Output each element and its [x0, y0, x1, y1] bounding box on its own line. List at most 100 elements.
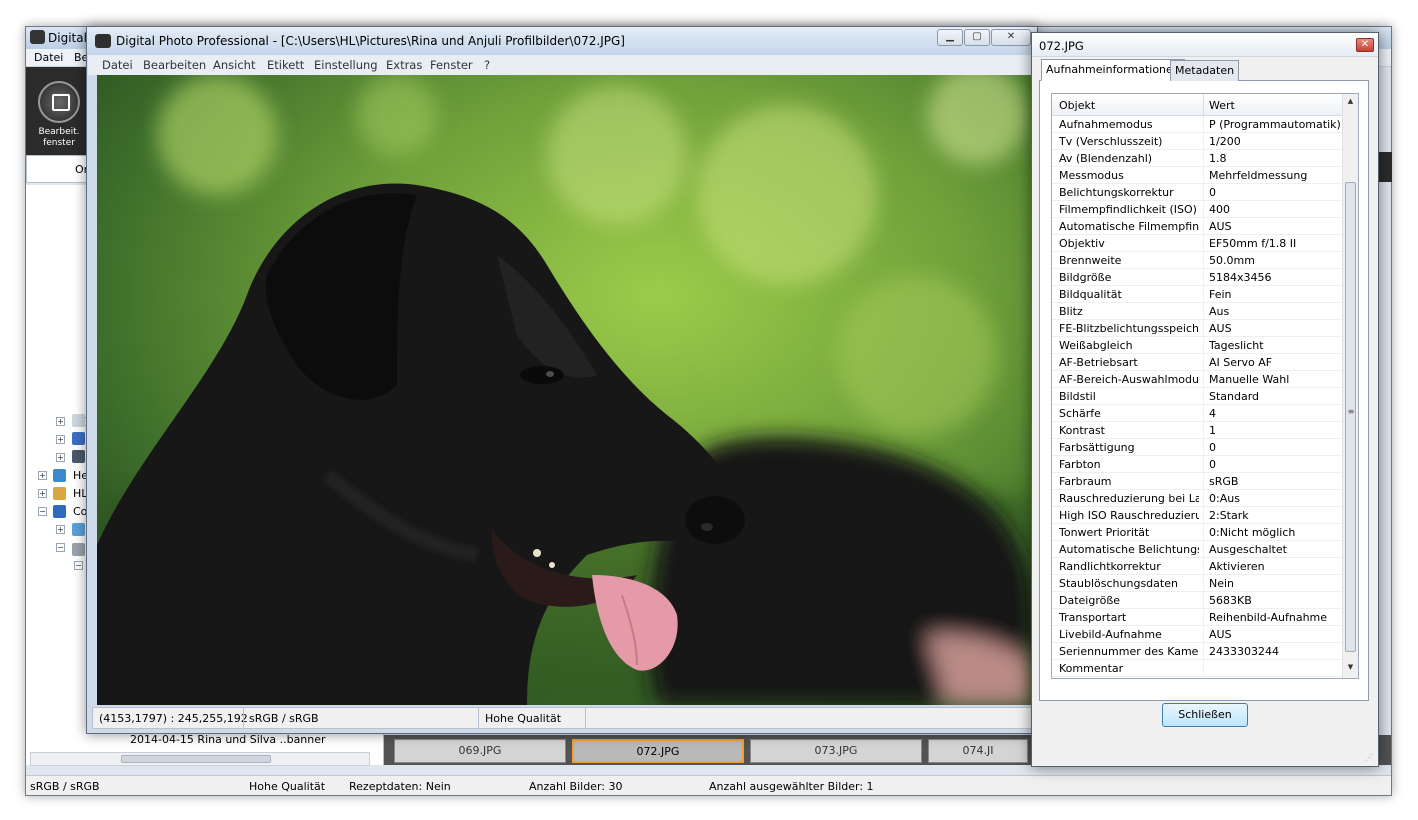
- tab-aufnahmeinformationen[interactable]: Aufnahmeinformationen: [1041, 59, 1185, 81]
- dialog-titlebar[interactable]: 072.JPG ✕: [1032, 33, 1378, 57]
- tree-horizontal-scrollbar[interactable]: [30, 752, 370, 766]
- table-row[interactable]: Automatische Belichtungso... Ausgeschalte…: [1052, 541, 1343, 558]
- menu-etikett[interactable]: Etikett: [267, 58, 304, 72]
- tree-expand-icon[interactable]: +: [56, 525, 65, 534]
- column-divider: [1203, 643, 1204, 660]
- menu-einstellung[interactable]: Einstellung: [314, 58, 378, 72]
- table-row[interactable]: Livebild-Aufnahme AUS: [1052, 626, 1343, 643]
- scroll-up-icon[interactable]: ▲: [1345, 97, 1356, 109]
- table-row[interactable]: Farbraum sRGB: [1052, 473, 1343, 490]
- column-divider: [1203, 371, 1204, 388]
- table-row[interactable]: AF-Betriebsart AI Servo AF: [1052, 354, 1343, 371]
- menu-bearbeiten[interactable]: Bearbeiten: [143, 58, 206, 72]
- table-vertical-scrollbar[interactable]: ▲ ≡ ▼: [1342, 94, 1358, 678]
- tree-collapse-icon[interactable]: −: [38, 507, 47, 516]
- menu-datei[interactable]: Datei: [102, 58, 133, 72]
- row-value: Tageslicht: [1209, 339, 1264, 352]
- column-header-wert[interactable]: Wert: [1209, 99, 1235, 112]
- table-row[interactable]: Farbsättigung 0: [1052, 439, 1343, 456]
- scrollbar-thumb[interactable]: [121, 755, 271, 763]
- table-row[interactable]: Bildgröße 5184x3456: [1052, 269, 1343, 286]
- table-row[interactable]: Av (Blendenzahl) 1.8: [1052, 150, 1343, 167]
- row-value: P (Programmautomatik): [1209, 118, 1341, 131]
- menu-extras[interactable]: Extras: [386, 58, 422, 72]
- table-row[interactable]: Bildqualität Fein: [1052, 286, 1343, 303]
- row-key: Staublöschungsdaten: [1059, 577, 1178, 590]
- menu-ansicht[interactable]: Ansicht: [213, 58, 255, 72]
- table-row[interactable]: Schärfe 4: [1052, 405, 1343, 422]
- maximize-button[interactable]: ▢: [964, 29, 990, 46]
- thumbnail-074[interactable]: 074.JI: [928, 739, 1028, 763]
- table-row[interactable]: Rauschreduzierung bei Lan... 0:Aus: [1052, 490, 1343, 507]
- scroll-down-icon[interactable]: ▼: [1345, 663, 1356, 675]
- tree-collapse-icon[interactable]: −: [56, 543, 65, 552]
- close-window-button[interactable]: ✕: [991, 29, 1031, 46]
- row-value: Manuelle Wahl: [1209, 373, 1290, 386]
- folder-filter-bar[interactable]: Or: [26, 155, 94, 183]
- tree-expand-icon[interactable]: +: [56, 417, 65, 426]
- column-divider: [1203, 490, 1204, 507]
- tree-collapse-icon[interactable]: −: [74, 561, 83, 570]
- table-row[interactable]: Weißabgleich Tageslicht: [1052, 337, 1343, 354]
- row-key: Belichtungskorrektur: [1059, 186, 1174, 199]
- row-key: Automatische Belichtungso...: [1059, 543, 1199, 556]
- table-row[interactable]: Randlichtkorrektur Aktivieren: [1052, 558, 1343, 575]
- table-row[interactable]: Aufnahmemodus P (Programmautomatik): [1052, 116, 1343, 133]
- column-divider[interactable]: [1203, 94, 1204, 116]
- column-divider: [1203, 541, 1204, 558]
- row-key: Transportart: [1059, 611, 1127, 624]
- tree-expand-icon[interactable]: +: [56, 435, 65, 444]
- table-row[interactable]: Belichtungskorrektur 0: [1052, 184, 1343, 201]
- edit-window-icon[interactable]: [38, 81, 80, 123]
- table-row[interactable]: Transportart Reihenbild-Aufnahme: [1052, 609, 1343, 626]
- tree-expand-icon[interactable]: +: [38, 489, 47, 498]
- column-divider: [1203, 592, 1204, 609]
- thumbnail-069[interactable]: 069.JPG: [394, 739, 566, 763]
- table-row[interactable]: High ISO Rauschreduzierung 2:Stark: [1052, 507, 1343, 524]
- row-key: Brennweite: [1059, 254, 1122, 267]
- column-divider: [1203, 133, 1204, 150]
- edit-window-button-label[interactable]: Bearbeit. fenster: [26, 127, 92, 149]
- tab-metadaten[interactable]: Metadaten: [1170, 60, 1240, 81]
- table-row[interactable]: Seriennummer des Kamera... 2433303244: [1052, 643, 1343, 660]
- close-icon[interactable]: ✕: [1356, 38, 1374, 52]
- table-row[interactable]: Messmodus Mehrfeldmessung: [1052, 167, 1343, 184]
- photo-preview[interactable]: [97, 75, 1032, 705]
- table-row[interactable]: Dateigröße 5683KB: [1052, 592, 1343, 609]
- menu-help[interactable]: ?: [484, 58, 490, 72]
- tree-item-folder[interactable]: 2014-04-15 Rina und Silva ..banner: [130, 733, 326, 746]
- column-header-objekt[interactable]: Objekt: [1059, 99, 1095, 112]
- table-row[interactable]: Filmempfindlichkeit (ISO) 400: [1052, 201, 1343, 218]
- table-row[interactable]: Objektiv EF50mm f/1.8 II: [1052, 235, 1343, 252]
- thumbnail-073[interactable]: 073.JPG: [750, 739, 922, 763]
- status-divider: [243, 708, 244, 728]
- table-row[interactable]: Tv (Verschlusszeit) 1/200: [1052, 133, 1343, 150]
- column-divider: [1203, 507, 1204, 524]
- table-row[interactable]: Bildstil Standard: [1052, 388, 1343, 405]
- main-toolbar: Bearbeit. fenster: [26, 67, 92, 155]
- table-row[interactable]: Blitz Aus: [1052, 303, 1343, 320]
- minimize-button[interactable]: ▁: [937, 29, 963, 46]
- row-value: 0: [1209, 441, 1216, 454]
- tree-expand-icon[interactable]: +: [38, 471, 47, 480]
- viewer-titlebar[interactable]: Digital Photo Professional - [C:\Users\H…: [87, 27, 1037, 55]
- table-row[interactable]: Farbton 0: [1052, 456, 1343, 473]
- tree-expand-icon[interactable]: +: [56, 453, 65, 462]
- table-row[interactable]: Brennweite 50.0mm: [1052, 252, 1343, 269]
- table-row[interactable]: Automatische Filmempfindli... AUS: [1052, 218, 1343, 235]
- resize-grip-icon[interactable]: ⋰: [1365, 753, 1375, 763]
- table-row[interactable]: Tonwert Priorität 0:Nicht möglich: [1052, 524, 1343, 541]
- table-row[interactable]: FE-Blitzbelichtungsspeicher... AUS: [1052, 320, 1343, 337]
- menu-datei[interactable]: Datei: [34, 51, 63, 64]
- column-divider: [1203, 150, 1204, 167]
- table-row[interactable]: Kontrast 1: [1052, 422, 1343, 439]
- menu-fenster[interactable]: Fenster: [430, 58, 473, 72]
- scrollbar-thumb[interactable]: ≡: [1345, 182, 1356, 652]
- row-value: 1: [1209, 424, 1216, 437]
- table-row[interactable]: Kommentar: [1052, 660, 1343, 677]
- table-row[interactable]: Staublöschungsdaten Nein: [1052, 575, 1343, 592]
- thumbnail-072[interactable]: 072.JPG: [572, 739, 744, 763]
- close-button[interactable]: Schließen: [1162, 703, 1248, 727]
- row-key: Livebild-Aufnahme: [1059, 628, 1162, 641]
- table-row[interactable]: AF-Bereich-Auswahlmodus Manuelle Wahl: [1052, 371, 1343, 388]
